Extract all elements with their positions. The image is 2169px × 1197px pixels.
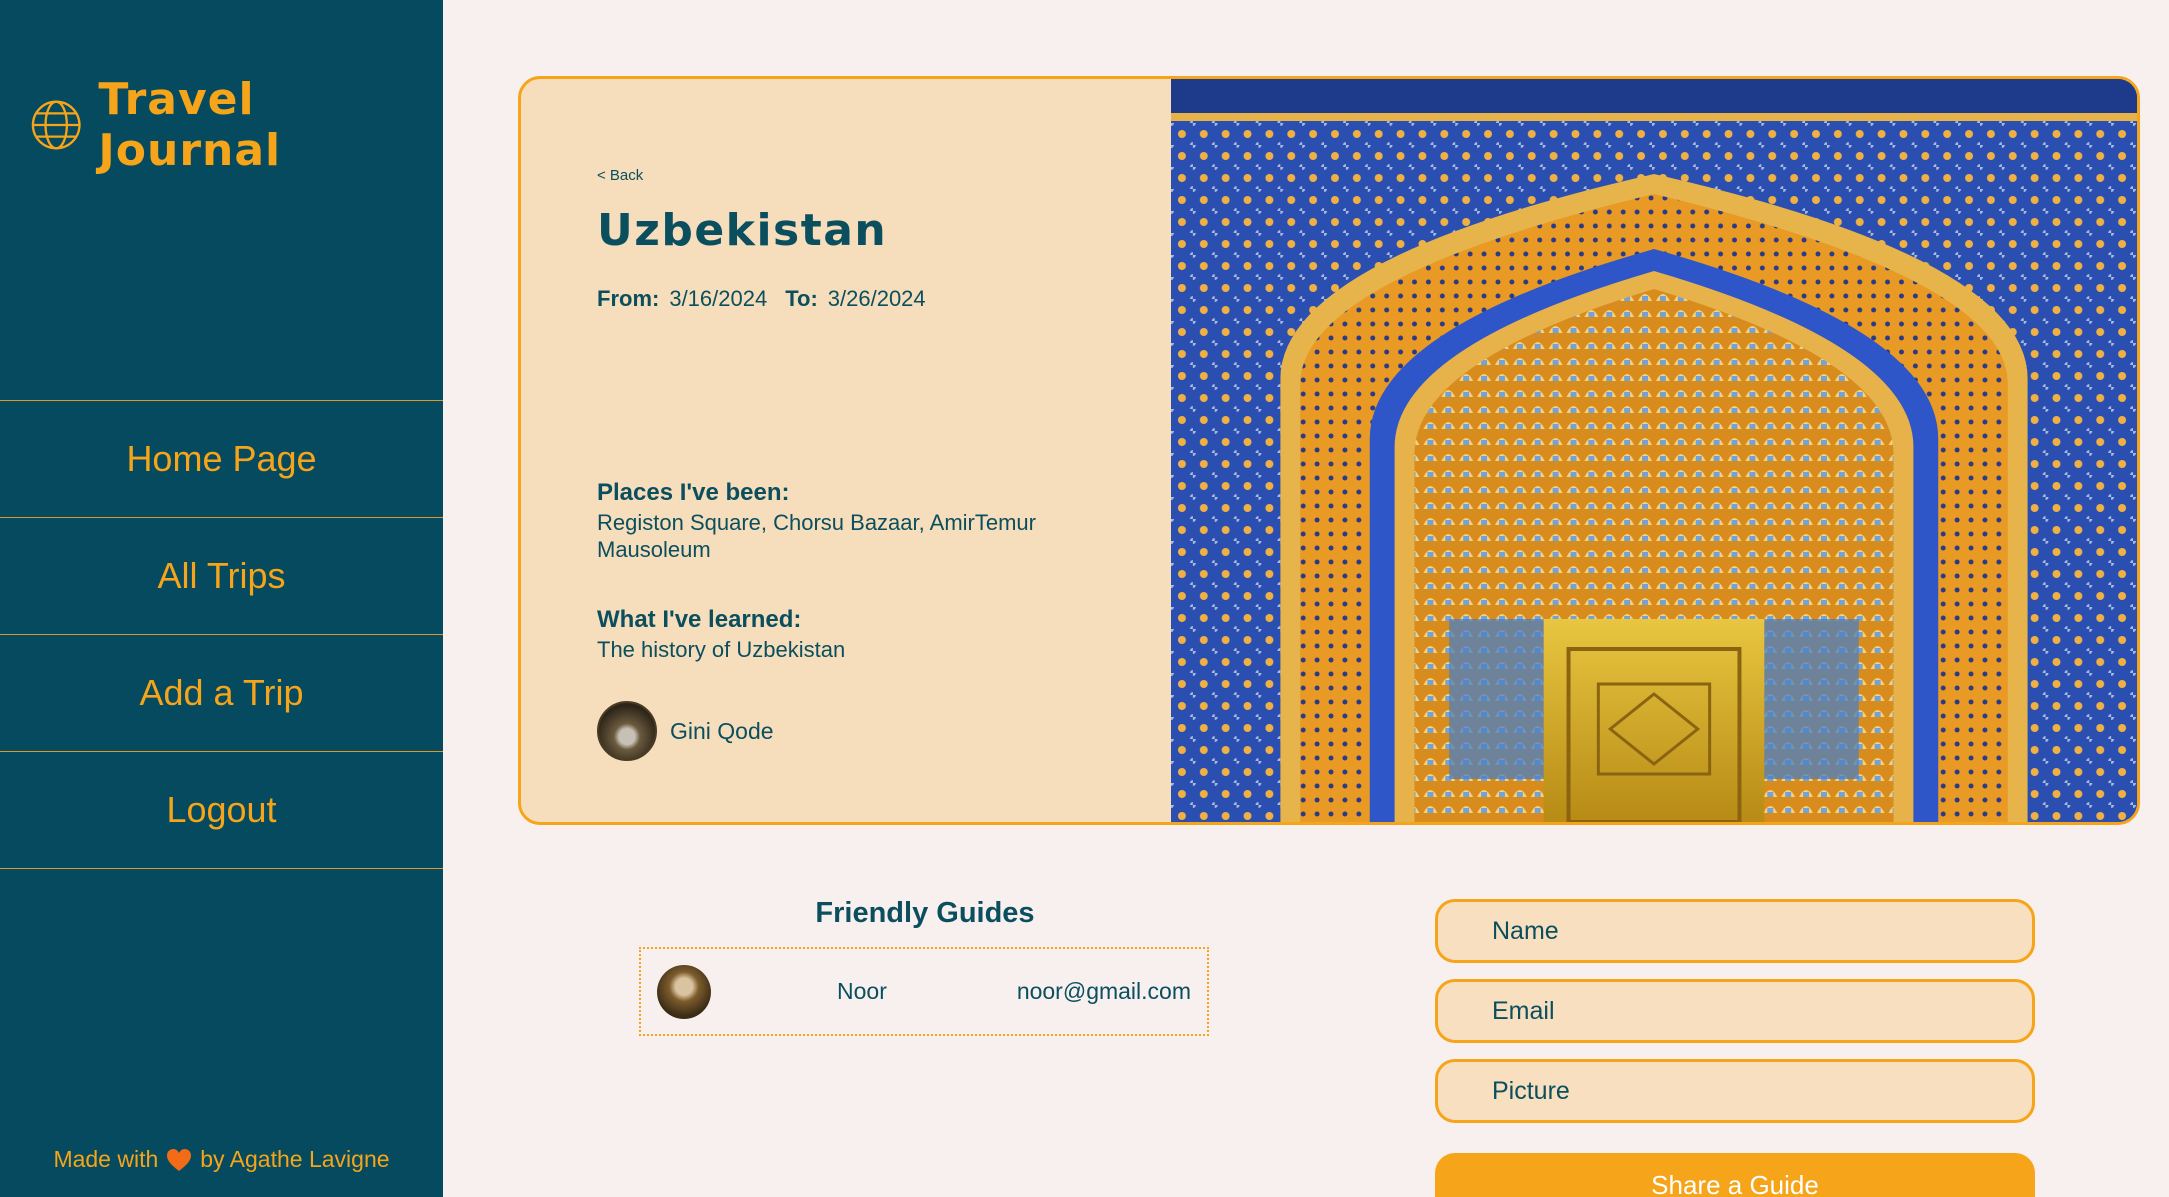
globe-icon bbox=[31, 100, 81, 150]
author-avatar bbox=[597, 701, 657, 761]
guide-avatar bbox=[657, 964, 711, 1019]
sidebar-item-add-a-trip[interactable]: Add a Trip bbox=[0, 635, 443, 752]
places-text: Registon Square, Chorsu Bazaar, AmirTemu… bbox=[597, 510, 1036, 562]
sidebar-footer: Made with by Agathe Lavigne bbox=[0, 1146, 443, 1173]
places-section: Places I've been: Registon Square, Chors… bbox=[597, 479, 1137, 563]
guide-picture-input[interactable] bbox=[1435, 1059, 2035, 1123]
trip-title: Uzbekistan bbox=[597, 205, 888, 256]
from-date: 3/16/2024 bbox=[669, 286, 768, 311]
mosque-arch-image bbox=[1171, 79, 2137, 822]
sidebar: Travel Journal Home Page All Trips Add a… bbox=[0, 0, 443, 1197]
share-guide-button[interactable]: Share a Guide bbox=[1435, 1153, 2035, 1197]
from-label: From: bbox=[597, 286, 660, 311]
learned-heading: What I've learned: bbox=[597, 606, 802, 633]
brand[interactable]: Travel Journal bbox=[30, 74, 443, 176]
footer-suffix: by Agathe Lavigne bbox=[200, 1146, 390, 1172]
sidebar-item-logout[interactable]: Logout bbox=[0, 752, 443, 869]
guide-row: Noor noor@gmail.com bbox=[639, 947, 1209, 1036]
sidebar-nav: Home Page All Trips Add a Trip Logout bbox=[0, 400, 443, 869]
heart-icon bbox=[167, 1148, 192, 1171]
guides-title: Friendly Guides bbox=[815, 897, 1035, 929]
trip-dates: From: 3/16/2024 To: 3/26/2024 bbox=[597, 286, 944, 312]
guide-name-input[interactable] bbox=[1435, 899, 2035, 963]
trip-photo bbox=[1171, 79, 2137, 822]
learned-section: What I've learned: The history of Uzbeki… bbox=[597, 606, 1137, 663]
back-link[interactable]: < Back bbox=[597, 167, 643, 184]
guide-email-input[interactable] bbox=[1435, 979, 2035, 1043]
guide-email: noor@gmail.com bbox=[1016, 978, 1191, 1004]
footer-prefix: Made with bbox=[53, 1146, 159, 1172]
trip-card: < Back Uzbekistan From: 3/16/2024 To: 3/26/… bbox=[518, 76, 2140, 825]
places-heading: Places I've been: bbox=[597, 479, 790, 506]
sidebar-item-all-trips[interactable]: All Trips bbox=[0, 518, 443, 635]
sidebar-item-home-page[interactable]: Home Page bbox=[0, 401, 443, 518]
trip-author: Gini Qode bbox=[597, 701, 774, 761]
guide-name: Noor bbox=[837, 978, 887, 1004]
trip-details: < Back Uzbekistan From: 3/16/2024 To: 3/26/… bbox=[521, 79, 1171, 822]
learned-text: The history of Uzbekistan bbox=[597, 637, 846, 662]
brand-title: Travel Journal bbox=[98, 74, 282, 176]
author-name: Gini Qode bbox=[670, 717, 774, 744]
to-date: 3/26/2024 bbox=[827, 286, 926, 311]
to-label: To: bbox=[785, 286, 818, 311]
